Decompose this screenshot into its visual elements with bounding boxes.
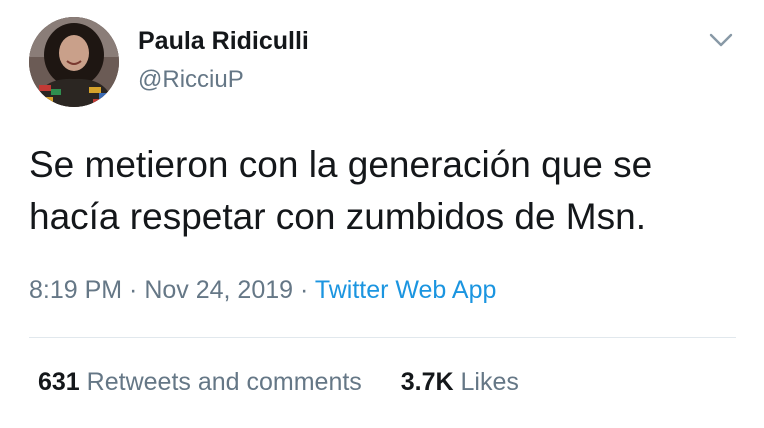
meta-separator: · xyxy=(122,276,145,304)
tweet-meta: 8:19 PM · Nov 24, 2019 · Twitter Web App xyxy=(29,276,496,305)
tweet-text: Se metieron con la generación que se hac… xyxy=(29,139,739,243)
tweet-text-line: hacía respetar con zumbidos de Msn. xyxy=(29,196,646,237)
divider xyxy=(29,337,736,338)
avatar[interactable] xyxy=(29,17,119,107)
meta-separator: · xyxy=(293,276,315,304)
author-handle[interactable]: @RicciuP xyxy=(138,66,244,94)
profile-photo-image xyxy=(29,17,119,107)
tweet-time[interactable]: 8:19 PM xyxy=(29,276,122,304)
author-display-name[interactable]: Paula Ridiculli xyxy=(138,27,309,56)
retweets-stat[interactable]: 631 Retweets and comments xyxy=(38,368,362,397)
tweet-source-link[interactable]: Twitter Web App xyxy=(315,276,497,304)
retweets-label: Retweets and comments xyxy=(86,368,362,396)
retweets-count: 631 xyxy=(38,368,80,396)
likes-count: 3.7K xyxy=(400,368,454,396)
likes-label: Likes xyxy=(460,368,519,396)
chevron-down-icon[interactable] xyxy=(706,27,736,53)
tweet-date[interactable]: Nov 24, 2019 xyxy=(144,276,293,304)
likes-stat[interactable]: 3.7K Likes xyxy=(401,368,519,397)
tweet-text-line: Se metieron con la generación que se xyxy=(29,144,653,185)
tweet-stats: 631 Retweets and comments 3.7K Likes xyxy=(38,368,519,397)
